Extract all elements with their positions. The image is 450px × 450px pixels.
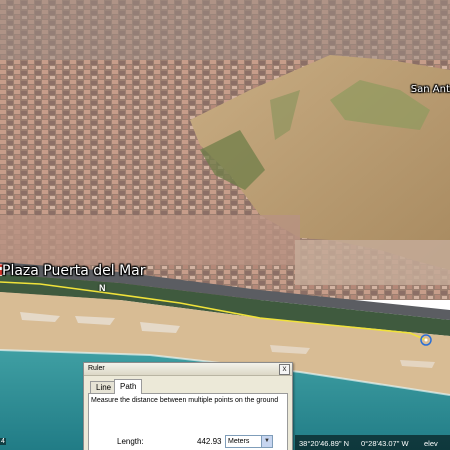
left-status-indicator: 4: [0, 438, 6, 445]
north-indicator: N: [99, 283, 106, 293]
length-value: 442.93: [197, 437, 222, 446]
units-value: Meters: [228, 438, 250, 445]
ruler-panel: Measure the distance between multiple po…: [88, 393, 288, 450]
place-label-plaza[interactable]: Plaza Puerta del Mar: [2, 263, 146, 279]
status-bar: 38°20'46.89" N 0°28'43.07" W elev: [295, 435, 450, 450]
earth-viewport[interactable]: Plaza Puerta del Mar San Antó N Ruler x …: [0, 0, 450, 450]
place-label-san-anton[interactable]: San Antó: [411, 84, 450, 95]
ruler-title: Ruler: [88, 365, 105, 372]
tab-path[interactable]: Path: [114, 379, 143, 394]
close-icon[interactable]: x: [279, 364, 290, 375]
length-label: Length:: [117, 437, 144, 446]
units-select[interactable]: Meters ▼: [225, 435, 273, 448]
longitude-readout: 0°28'43.07" W: [361, 439, 409, 448]
ruler-titlebar[interactable]: Ruler x: [84, 363, 292, 376]
ruler-description: Measure the distance between multiple po…: [91, 397, 279, 404]
ruler-dialog: Ruler x Line Path Measure the distance b…: [83, 362, 293, 450]
latitude-readout: 38°20'46.89" N: [299, 439, 350, 448]
chevron-down-icon[interactable]: ▼: [261, 436, 272, 447]
elevation-label: elev: [424, 439, 438, 448]
